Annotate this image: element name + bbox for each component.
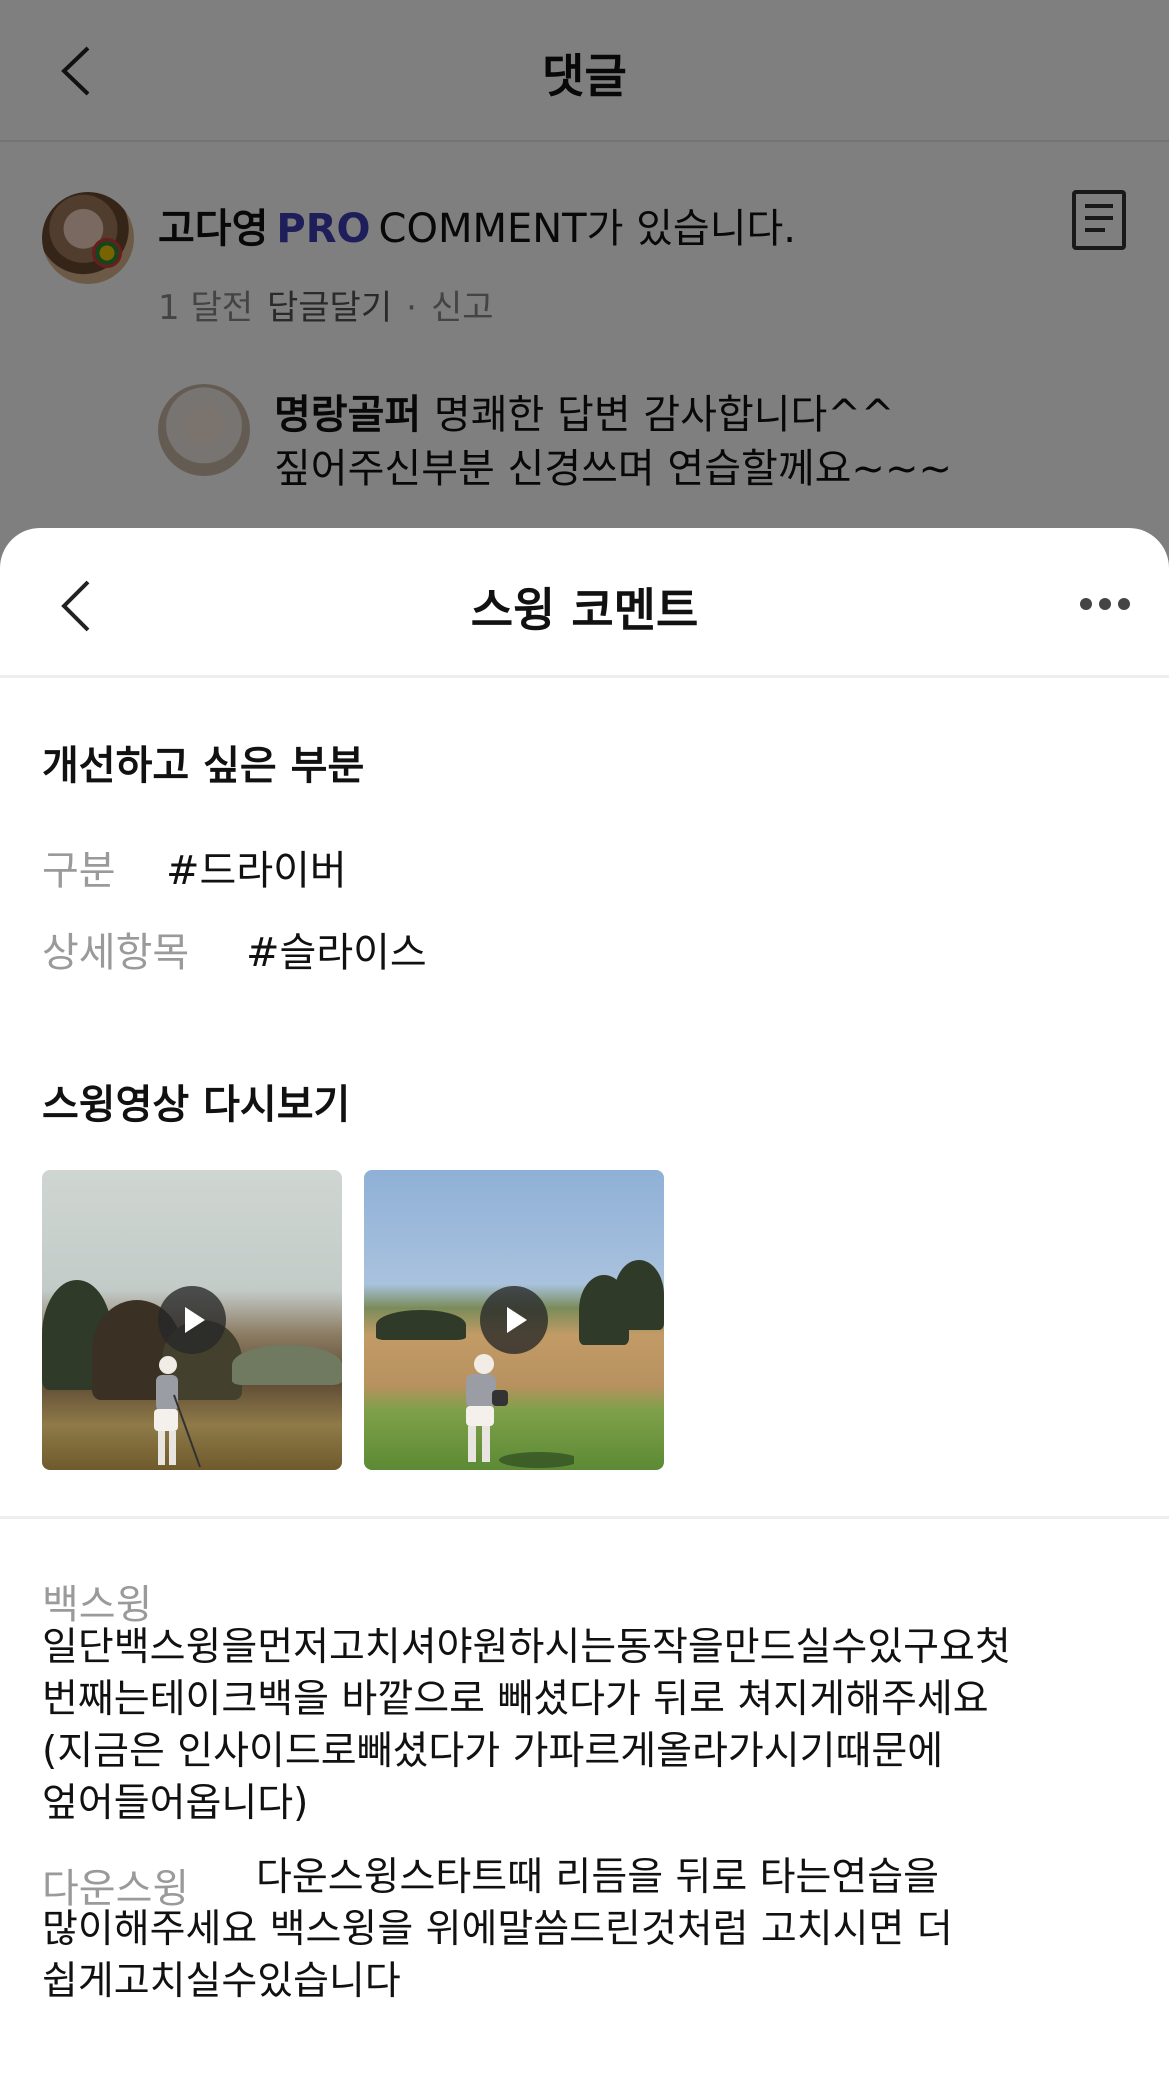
play-icon[interactable]: [158, 1286, 226, 1354]
backswing-line: 일단백스윙을먼저고치셔야원하시는동작을만드실수있구요첫: [42, 1625, 1011, 1670]
section-divider: [0, 1516, 1169, 1519]
swing-comment-sheet: 스윙 코멘트 개선하고 싶은 부분 구분 #드라이버 상세항목 #슬라이스 스윙영상…: [0, 528, 1169, 2079]
backswing-line: (지금은 인사이드로빼셨다가 가파르게올라가시기때문에: [42, 1729, 944, 1774]
category-row: 구분 #드라이버: [42, 838, 347, 896]
more-options-icon[interactable]: [1080, 594, 1130, 614]
downswing-text: 다운스윙스타트때 리듬을 뒤로 타는연습을 많이해주세요 백스윙을 위에말씀드린…: [42, 1852, 953, 2008]
swing-video-thumbnail-2[interactable]: [364, 1170, 664, 1470]
golfer-figure: [466, 1354, 574, 1468]
backswing-line: 번째는테이크백을 바깥으로 빼셨다가 뒤로 쳐지게해주세요: [42, 1677, 989, 1722]
improve-section-title: 개선하고 싶은 부분: [42, 743, 365, 789]
category-value: #드라이버: [166, 848, 347, 894]
downswing-line: 쉽게고치실수있습니다: [42, 1959, 401, 2004]
play-icon[interactable]: [480, 1286, 548, 1354]
backswing-line: 엎어들어옵니다): [42, 1781, 309, 1826]
sheet-title: 스윙 코멘트: [470, 583, 699, 637]
swing-video-thumbnail-1[interactable]: [42, 1170, 342, 1470]
detail-row: 상세항목 #슬라이스: [42, 920, 427, 978]
downswing-line: 많이해주세요 백스윙을 위에말씀드린것처럼 고치시면 더: [42, 1907, 953, 1952]
golfer-figure: [154, 1356, 201, 1468]
replay-section-title: 스윙영상 다시보기: [42, 1082, 351, 1128]
detail-value: #슬라이스: [246, 930, 427, 976]
detail-label: 상세항목: [42, 930, 190, 976]
downswing-line: 다운스윙스타트때 리듬을 뒤로 타는연습을: [256, 1855, 940, 1900]
category-label: 구분: [42, 848, 116, 894]
backswing-text: 일단백스윙을먼저고치셔야원하시는동작을만드실수있구요첫 번째는테이크백을 바깥으…: [42, 1622, 1011, 1830]
sheet-header: 스윙 코멘트: [0, 528, 1169, 678]
